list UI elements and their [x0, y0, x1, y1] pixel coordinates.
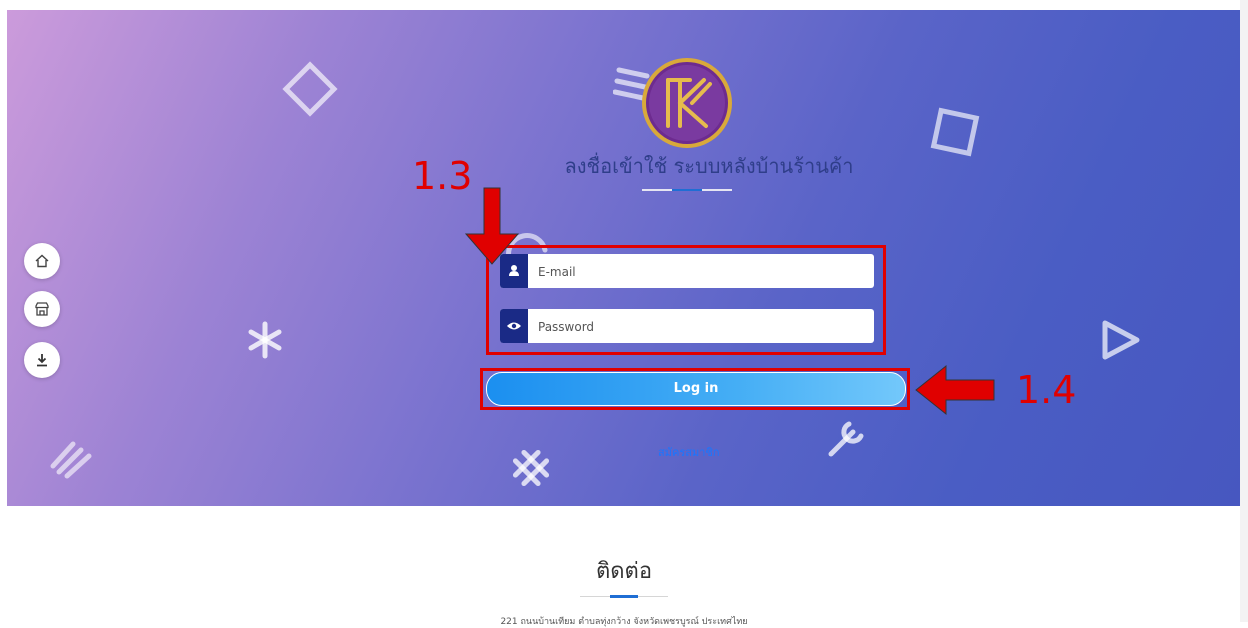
wrench-decoration — [828, 421, 864, 457]
store-icon — [35, 302, 49, 316]
page-title: ลงชื่อเข้าใช้ ระบบหลังบ้านร้านค้า — [564, 154, 854, 178]
slashes-decoration — [50, 441, 92, 479]
title-divider-accent — [672, 189, 702, 191]
contact-address: 221 ถนนบ้านเทียม ตำบลทุ่งกว้าง จังหวัดเพ… — [500, 617, 748, 627]
download-icon — [37, 354, 47, 367]
hash-decoration — [512, 449, 550, 487]
sidebar-store-button[interactable] — [24, 291, 60, 327]
step-label-login: 1.4 — [1016, 368, 1077, 412]
asterisk-decoration — [248, 321, 282, 359]
diamond-decoration — [282, 61, 338, 117]
login-highlight-box — [480, 368, 910, 410]
triangle-decoration — [1102, 320, 1140, 360]
contact-divider-accent — [610, 595, 638, 598]
contact-title: ติดต่อ — [595, 559, 653, 584]
down-arrow-annotation — [464, 187, 520, 265]
inputs-highlight-box — [486, 245, 886, 355]
home-icon — [35, 254, 49, 268]
register-link[interactable]: สมัครสมาชิก — [658, 443, 720, 461]
sidebar-download-button[interactable] — [24, 342, 60, 378]
rk-logo — [642, 58, 732, 148]
left-arrow-annotation — [915, 364, 995, 416]
page-scrollbar[interactable] — [1240, 0, 1248, 622]
sidebar-home-button[interactable] — [24, 243, 60, 279]
